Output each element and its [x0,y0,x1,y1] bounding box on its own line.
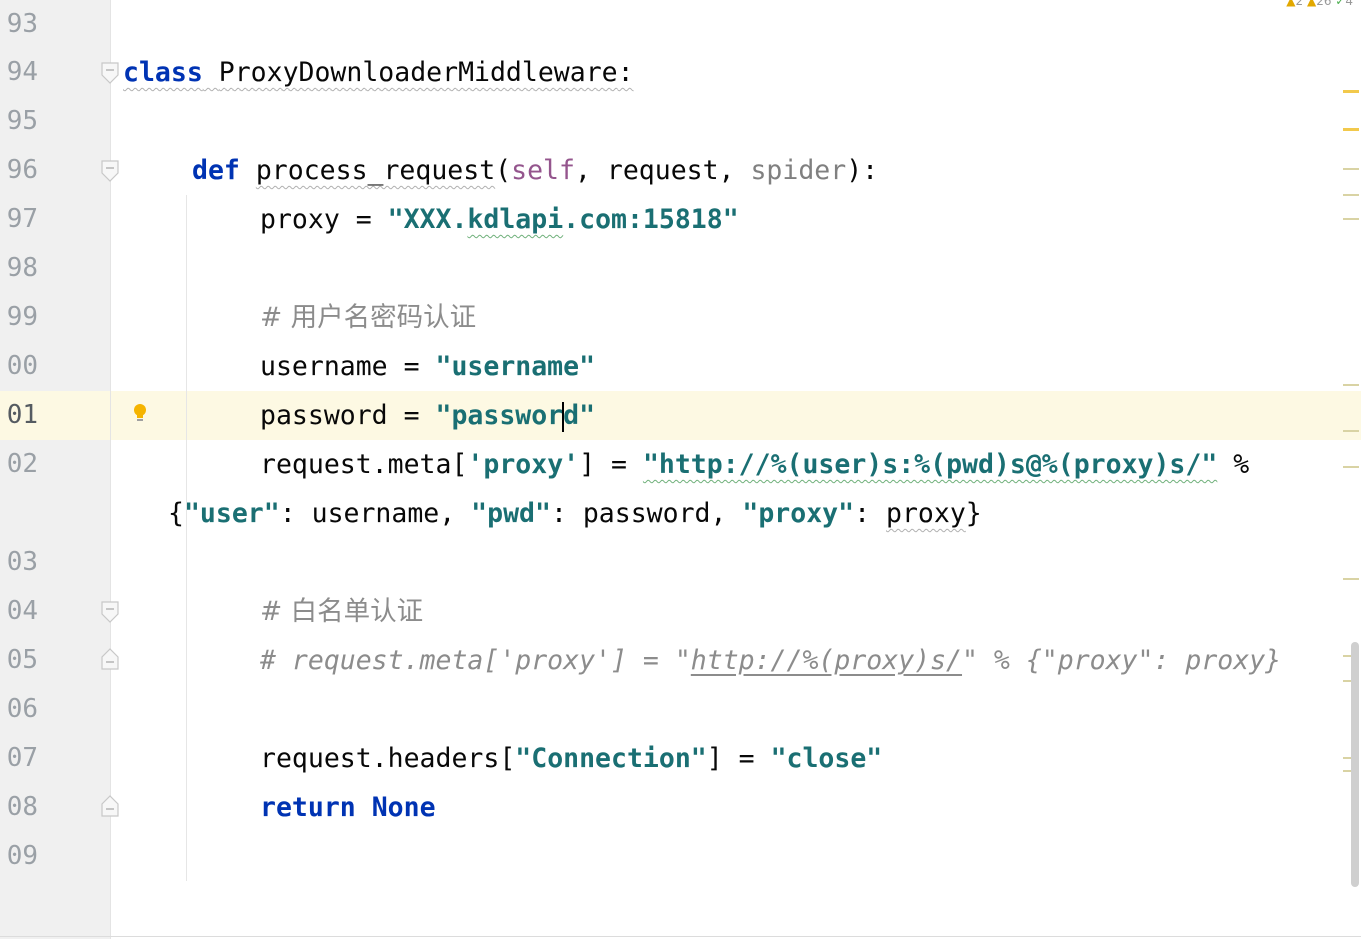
keyword-none: None [371,792,436,823]
string: .com:15818" [563,204,739,235]
line-number: 05 [6,645,38,675]
warning-icon: ▲ [1306,0,1317,8]
fold-end-marker-icon[interactable] [101,795,119,817]
code-text: : password, [550,498,743,529]
self-param: self [511,155,575,186]
string-typo: kdlapi [467,204,564,235]
warning-mark[interactable] [1343,128,1359,131]
line-number: 95 [6,106,38,136]
fold-marker-icon[interactable] [101,601,119,623]
code-line-94[interactable]: class ProxyDownloaderMiddleware: [123,48,634,97]
code-line-101[interactable]: password = "password" [260,391,595,440]
warning-mark[interactable] [1343,578,1359,580]
punct: : [617,57,634,88]
warning-mark[interactable] [1343,466,1359,468]
current-line-highlight [0,391,1361,440]
line-number: 96 [6,155,38,185]
code-line-102[interactable]: request.meta['proxy'] = "http://%(user)s… [260,440,1249,489]
code-text: ] = [706,743,771,774]
string: "username" [435,351,596,382]
string: 'proxy' [467,449,580,480]
line-number: 04 [6,596,38,626]
operator: % [1217,449,1250,480]
warning-mark[interactable] [1343,168,1359,170]
keyword: def [192,155,240,186]
assignment: username = [260,351,436,382]
code-text: : [854,498,886,529]
code-text: : username, [279,498,472,529]
code-line-102-wrap[interactable]: {"user": username, "pwd": password, "pro… [168,489,982,538]
params: , request, [574,155,751,186]
intention-bulb-icon[interactable] [132,401,148,423]
warning-mark[interactable] [1343,90,1359,93]
indent-guide [186,195,187,881]
string: "Connection" [515,743,707,774]
line-number: 02 [6,449,38,479]
string: "passwor [435,400,564,431]
comment: # request.meta['proxy'] = " [260,645,691,676]
code-line-104[interactable]: # 白名单认证 [260,587,423,636]
string-url: "http://%(user)s:%(pwd)s@%(proxy)s/" [642,449,1218,480]
comment-url: http://%(proxy)s/ [690,645,963,676]
line-number: 97 [6,204,38,234]
warning-mark[interactable] [1343,430,1359,432]
comment: # 白名单认证 [260,596,424,627]
warning-count: 2 [1295,0,1304,8]
function-name: process_request [255,155,496,186]
fold-marker-icon[interactable] [101,160,119,182]
vertical-scrollbar[interactable] [1351,642,1359,887]
code-line-100[interactable]: username = "username" [260,342,595,391]
punct: } [965,498,982,529]
unused-param: spider [750,155,847,186]
warning-mark[interactable] [1343,218,1359,220]
punct: ( [495,155,512,186]
assignment: proxy = [260,204,388,235]
fold-marker-icon[interactable] [101,62,119,84]
line-number: 08 [6,792,38,822]
code-text: request.headers[ [260,743,516,774]
line-number: 07 [6,743,38,773]
string: "user" [183,498,280,529]
string: "pwd" [471,498,551,529]
string: "XXX. [387,204,468,235]
warning-count: 26 [1316,0,1332,8]
fold-end-marker-icon[interactable] [101,648,119,670]
warning-mark[interactable] [1343,384,1359,386]
line-number: 93 [6,9,38,39]
line-number-current: 01 [6,400,38,430]
string: "proxy" [742,498,855,529]
code-line-105[interactable]: # request.meta['proxy'] = "http://%(prox… [260,636,1281,685]
line-number: 03 [6,547,38,577]
line-number: 98 [6,253,38,283]
class-name: ProxyDownloaderMiddleware [218,57,618,88]
variable: proxy [886,498,966,529]
comment: # 用户名密码认证 [260,302,477,333]
comment: " % {"proxy": proxy} [962,645,1282,676]
divider [0,936,1361,937]
code-line-107[interactable]: request.headers["Connection"] = "close" [260,734,882,783]
line-number: 00 [6,351,38,381]
gutter[interactable]: 93 94 95 96 97 98 99 00 01 02 03 04 05 0… [0,0,119,939]
code-text: ] = [579,449,643,480]
keyword: class [123,57,203,88]
code-text: request.meta[ [260,449,468,480]
warning-mark[interactable] [1343,194,1359,196]
code-line-97[interactable]: proxy = "XXX.kdlapi.com:15818" [260,195,739,244]
line-number: 06 [6,694,38,724]
keyword: return [260,792,356,823]
assignment: password = [260,400,436,431]
string: "close" [770,743,883,774]
punct: ): [846,155,879,186]
code-line-99[interactable]: # 用户名密码认证 [260,293,476,342]
string: d" [563,400,596,431]
punct: { [168,498,184,529]
line-number: 94 [6,57,38,87]
code-line-108[interactable]: return None [260,783,436,832]
code-line-96[interactable]: def process_request(self, request, spide… [192,146,878,195]
line-number: 09 [6,841,38,871]
line-number: 99 [6,302,38,332]
